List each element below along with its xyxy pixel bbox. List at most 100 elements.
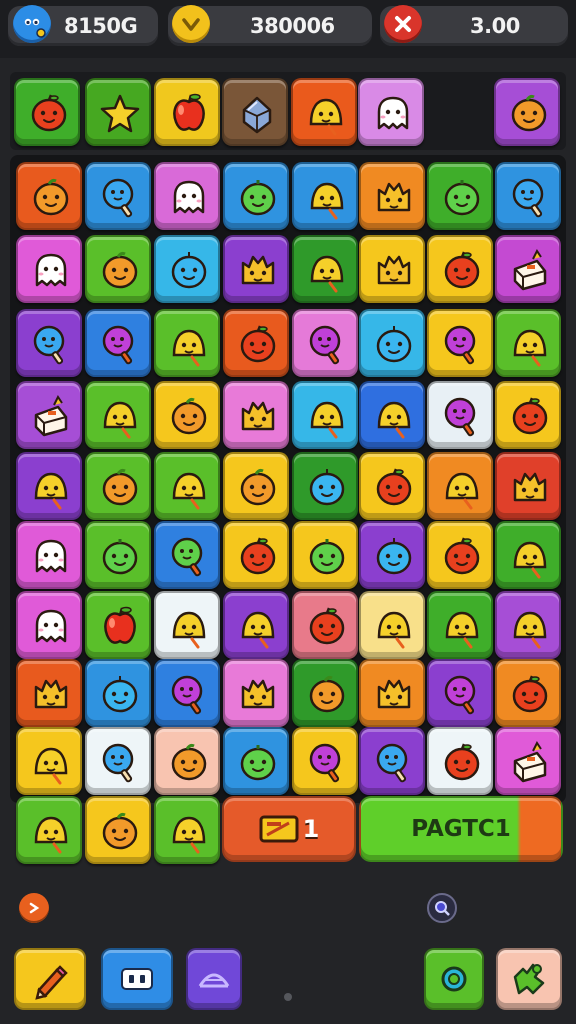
board-tile[interactable] (359, 591, 425, 659)
board-tile[interactable] (427, 727, 493, 795)
magnifier-icon[interactable] (427, 893, 457, 923)
board-tile[interactable] (16, 727, 82, 795)
orange-face-icon (511, 94, 547, 132)
board-tile[interactable] (16, 235, 82, 303)
target-tile[interactable] (358, 78, 424, 146)
pencil-tool-button[interactable] (14, 948, 86, 1010)
board-tile[interactable] (495, 727, 561, 795)
target-tile[interactable] (222, 78, 288, 146)
board-tile[interactable] (16, 309, 82, 377)
ghost-icon (377, 96, 409, 130)
board-tile[interactable] (427, 309, 493, 377)
board-tile[interactable] (223, 162, 289, 230)
board-tile[interactable] (427, 591, 493, 659)
board-tile[interactable] (292, 309, 358, 377)
board-tile[interactable] (223, 659, 289, 727)
board-tile[interactable] (495, 162, 561, 230)
board-tile[interactable] (85, 452, 151, 520)
board-tile[interactable] (16, 521, 82, 589)
board-tile[interactable] (85, 727, 151, 795)
board-tile[interactable] (16, 591, 82, 659)
board-tile[interactable] (359, 235, 425, 303)
board-tile[interactable] (292, 591, 358, 659)
board-tile[interactable] (154, 591, 220, 659)
target-tile[interactable] (154, 78, 220, 146)
board-tile[interactable] (16, 796, 82, 864)
board-tile[interactable] (359, 521, 425, 589)
board-tile[interactable] (427, 452, 493, 520)
board-tile[interactable] (359, 162, 425, 230)
board-tile[interactable] (359, 659, 425, 727)
board-tile[interactable] (292, 452, 358, 520)
pencil-icon (35, 965, 68, 1000)
move-counter-button[interactable]: 1 (222, 796, 356, 862)
board-tile[interactable] (495, 591, 561, 659)
star-icon (100, 94, 140, 133)
board-tile[interactable] (292, 521, 358, 589)
board-tile[interactable] (223, 235, 289, 303)
board-tile[interactable] (292, 381, 358, 449)
board-tile[interactable] (85, 309, 151, 377)
page-dot-indicator (284, 993, 292, 1001)
board-tile[interactable] (85, 162, 151, 230)
target-tile[interactable] (494, 78, 560, 146)
board-tile[interactable] (292, 162, 358, 230)
board-tile[interactable] (427, 381, 493, 449)
board-tile[interactable] (85, 235, 151, 303)
board-tile[interactable] (292, 727, 358, 795)
orange-arrow-icon[interactable] (19, 893, 49, 923)
board-tile[interactable] (154, 235, 220, 303)
board-tile[interactable] (223, 452, 289, 520)
board-tile[interactable] (495, 381, 561, 449)
board-tile[interactable] (359, 309, 425, 377)
board-tile[interactable] (427, 162, 493, 230)
board-tile[interactable] (427, 521, 493, 589)
board-tile[interactable] (154, 452, 220, 520)
board-tile[interactable] (154, 659, 220, 727)
board-tile[interactable] (223, 309, 289, 377)
board-tile[interactable] (223, 381, 289, 449)
board-tile[interactable] (85, 591, 151, 659)
board-tile[interactable] (16, 452, 82, 520)
board-tile[interactable] (85, 381, 151, 449)
board-tile[interactable] (495, 309, 561, 377)
board-tile[interactable] (495, 521, 561, 589)
board-tile[interactable] (154, 727, 220, 795)
board-tile[interactable] (359, 727, 425, 795)
board-tile[interactable] (292, 235, 358, 303)
board-tile[interactable] (495, 659, 561, 727)
board-tile[interactable] (154, 521, 220, 589)
board-tile[interactable] (223, 591, 289, 659)
board-tile[interactable] (427, 235, 493, 303)
target-tile[interactable] (14, 78, 80, 146)
board-tile[interactable] (495, 452, 561, 520)
board-tile[interactable] (154, 796, 220, 864)
board-tile[interactable] (16, 162, 82, 230)
ghost-icon (35, 609, 67, 643)
dome-tool-button[interactable] (186, 948, 242, 1010)
board-tile[interactable] (85, 659, 151, 727)
board-tile[interactable] (223, 521, 289, 589)
board-tile[interactable] (16, 381, 82, 449)
board-tile[interactable] (359, 381, 425, 449)
board-tile[interactable] (359, 452, 425, 520)
board-tile[interactable] (154, 381, 220, 449)
ring-tool-button[interactable] (424, 948, 484, 1010)
board-tile[interactable] (154, 309, 220, 377)
puzzle-tool-button[interactable] (496, 948, 562, 1010)
board-tile[interactable] (16, 659, 82, 727)
board-tile[interactable] (495, 235, 561, 303)
bell-face-icon (310, 182, 344, 220)
eyes-tool-button[interactable] (101, 948, 173, 1010)
board-tile[interactable] (154, 162, 220, 230)
board-tile[interactable] (292, 659, 358, 727)
board-tile[interactable] (427, 659, 493, 727)
blue-pop-icon (102, 743, 134, 783)
target-tile[interactable] (85, 78, 151, 146)
progress-button[interactable]: PAGTC1 (359, 796, 563, 862)
target-tile[interactable] (291, 78, 357, 146)
red-x-icon[interactable] (384, 5, 422, 43)
board-tile[interactable] (85, 521, 151, 589)
board-tile[interactable] (85, 796, 151, 864)
board-tile[interactable] (223, 727, 289, 795)
